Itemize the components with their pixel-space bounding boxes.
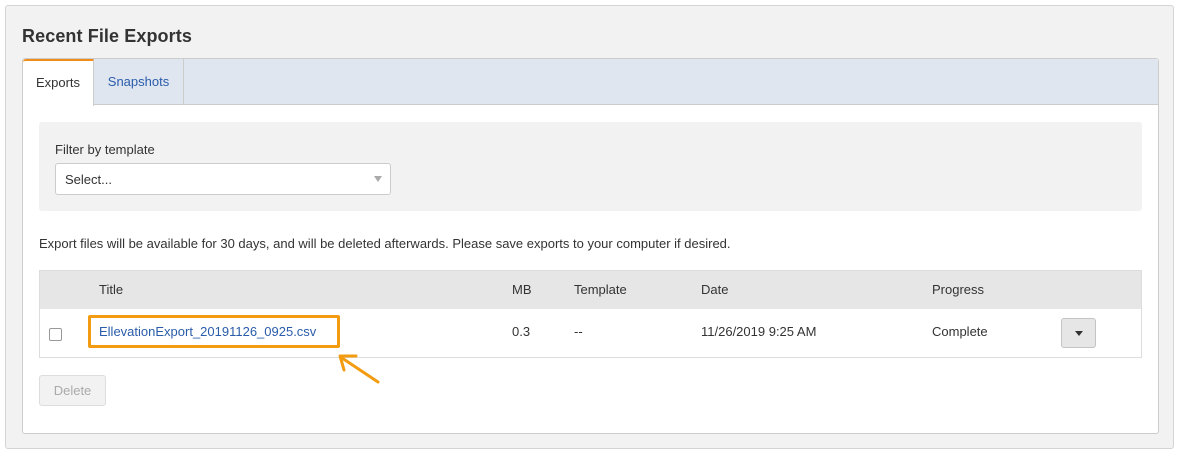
export-file-link[interactable]: EllevationExport_20191126_0925.csv (99, 324, 316, 339)
exports-table: Title MB Template Date Progress Ellevati… (39, 270, 1142, 358)
template-select-value: Select... (65, 172, 112, 187)
table-row: EllevationExport_20191126_0925.csv 0.3 -… (40, 309, 1141, 357)
arrow-icon (338, 354, 380, 384)
row-progress: Complete (932, 324, 988, 339)
page-title: Recent File Exports (22, 26, 192, 46)
row-date: 11/26/2019 9:25 AM (701, 324, 817, 339)
column-header-progress: Progress (932, 282, 985, 297)
column-header-mb: MB (512, 282, 532, 297)
column-header-title: Title (99, 282, 124, 297)
chevron-down-icon (374, 176, 382, 182)
retention-notice: Export files will be available for 30 da… (39, 236, 731, 251)
filter-section: Filter by template Select... (39, 122, 1142, 211)
column-header-template: Template (574, 282, 627, 297)
table-header: Title MB Template Date Progress (40, 271, 1141, 309)
template-select[interactable]: Select... (55, 163, 391, 195)
row-template: -- (574, 324, 583, 339)
row-actions-dropdown[interactable] (1061, 318, 1096, 348)
exports-panel: Exports Snapshots Filter by template Sel… (22, 58, 1159, 434)
column-header-date: Date (701, 282, 729, 297)
caret-down-icon (1075, 331, 1083, 336)
tab-bar: Exports Snapshots (23, 59, 1158, 106)
row-mb: 0.3 (512, 324, 531, 339)
tab-snapshots[interactable]: Snapshots (94, 59, 184, 105)
tab-exports[interactable]: Exports (23, 59, 94, 106)
recent-exports-card: Recent File Exports Exports Snapshots Fi… (5, 5, 1174, 449)
row-checkbox[interactable] (49, 328, 62, 341)
filter-label: Filter by template (55, 142, 155, 157)
delete-button: Delete (39, 375, 106, 406)
